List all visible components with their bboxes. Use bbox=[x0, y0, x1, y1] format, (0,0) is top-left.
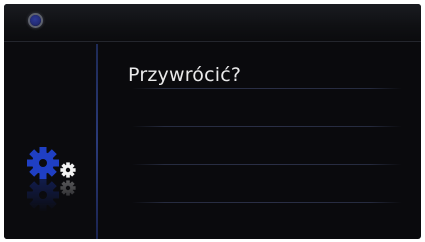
screen-title: Przywrócić? bbox=[128, 64, 242, 86]
list-row-separator bbox=[132, 164, 402, 165]
content-panel: Przywrócić? bbox=[100, 42, 421, 239]
sidebar-divider bbox=[96, 44, 98, 239]
gears-icon-graphic bbox=[27, 147, 76, 211]
status-indicator-icon bbox=[30, 15, 41, 26]
list-row-separator bbox=[132, 202, 402, 203]
top-status-bar bbox=[4, 4, 421, 42]
gears-icon bbox=[22, 143, 92, 213]
device-screen: Przywrócić? bbox=[4, 4, 421, 239]
list-row-separator bbox=[132, 88, 402, 89]
list-row-separator bbox=[132, 126, 402, 127]
sidebar bbox=[4, 42, 96, 239]
